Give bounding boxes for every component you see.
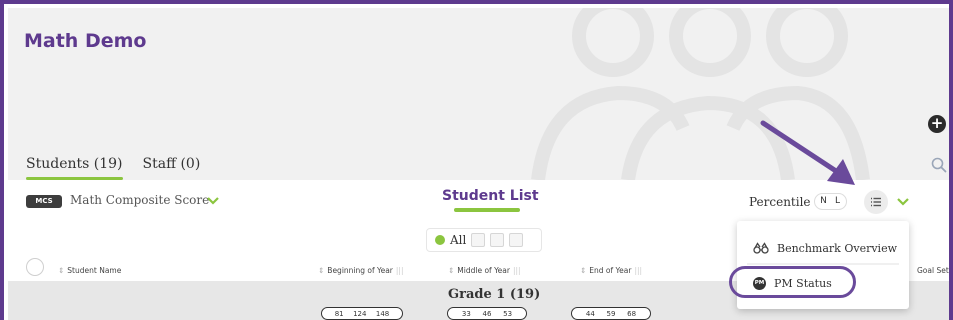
select-all-checkbox[interactable] xyxy=(26,258,44,276)
column-header-goal-set[interactable]: Goal Set xyxy=(917,266,949,275)
radio-selected-icon[interactable] xyxy=(435,235,445,245)
grade-label: Grade 1 (19) xyxy=(448,287,541,302)
percentile-option-n[interactable]: N xyxy=(818,194,829,209)
measure-selector-label[interactable]: Math Composite Score xyxy=(70,193,209,207)
annotation-arrow-icon xyxy=(760,120,855,185)
eoy-score-range: 44 59 68 xyxy=(571,307,651,320)
menu-divider xyxy=(747,263,899,265)
people-watermark-icon xyxy=(531,8,870,180)
section-title: Student List xyxy=(442,188,539,204)
period-filter: All xyxy=(426,228,542,252)
highlight-ring xyxy=(729,266,856,298)
tab-students[interactable]: Students (19) xyxy=(26,156,123,180)
chevron-down-icon[interactable] xyxy=(207,195,219,207)
column-header-end-of-year[interactable]: ⇕ End of Year ||| xyxy=(580,266,642,275)
sort-icon: ⇕ xyxy=(580,266,587,275)
view-options-button[interactable] xyxy=(864,190,888,214)
filter-all-label[interactable]: All xyxy=(450,233,466,247)
calendar-icon[interactable] xyxy=(490,233,505,247)
moy-score-range: 33 46 53 xyxy=(447,307,527,320)
app-frame: Math Demo + Students (19) Staff (0) MCS … xyxy=(0,0,953,320)
calendar-icon[interactable] xyxy=(471,233,486,247)
boy-score-range: 81 124 148 xyxy=(321,307,403,320)
menu-item-label: Benchmark Overview xyxy=(777,241,897,255)
bars-icon: ||| xyxy=(634,266,643,275)
tab-staff[interactable]: Staff (0) xyxy=(143,156,201,180)
bars-icon: ||| xyxy=(512,266,521,275)
column-header-beginning-of-year[interactable]: ⇕ Beginning of Year ||| xyxy=(318,266,403,275)
bars-icon: ||| xyxy=(395,266,404,275)
percentile-label: Percentile xyxy=(749,195,811,209)
search-icon[interactable] xyxy=(930,156,948,174)
plus-icon: + xyxy=(930,114,944,132)
percentile-toggle[interactable]: N L xyxy=(814,193,847,210)
calendar-icon[interactable] xyxy=(509,233,524,247)
tab-bar: Students (19) Staff (0) xyxy=(26,156,200,180)
menu-item-benchmark-overview[interactable]: Benchmark Overview xyxy=(737,233,909,263)
add-button[interactable]: + xyxy=(928,115,946,133)
list-icon xyxy=(871,197,881,207)
section-title-underline xyxy=(454,208,520,212)
sort-icon: ⇕ xyxy=(318,266,325,275)
binoculars-icon xyxy=(753,242,769,254)
column-header-middle-of-year[interactable]: ⇕ Middle of Year ||| xyxy=(448,266,521,275)
column-header-student-name[interactable]: ⇕ Student Name xyxy=(58,266,121,275)
page-title: Math Demo xyxy=(24,30,147,52)
measure-badge: MCS xyxy=(26,195,62,208)
percentile-option-l[interactable]: L xyxy=(832,194,843,209)
sort-icon: ⇕ xyxy=(448,266,455,275)
chevron-down-icon[interactable] xyxy=(897,196,909,208)
sort-icon: ⇕ xyxy=(58,266,65,275)
